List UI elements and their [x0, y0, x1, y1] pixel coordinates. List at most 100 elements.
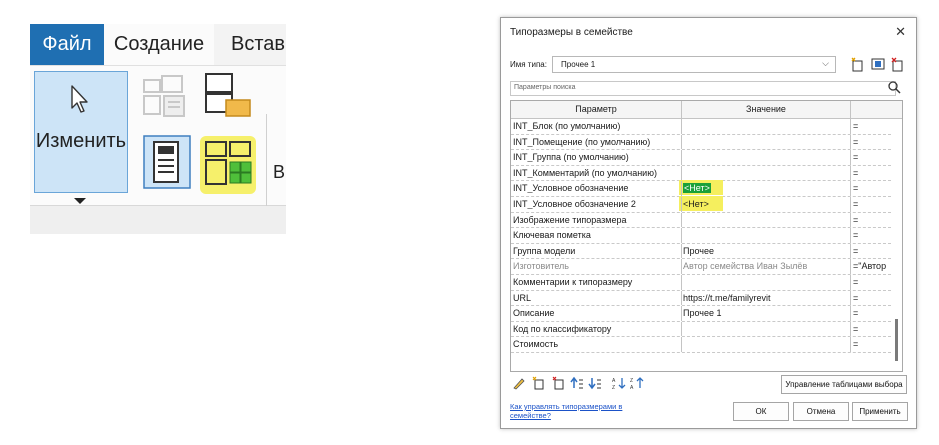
- table-row[interactable]: INT_Помещение (по умолчанию) =: [511, 134, 893, 151]
- table-row[interactable]: Описание Прочее 1 =: [511, 306, 891, 322]
- family-types-icon[interactable]: [202, 138, 254, 190]
- param-name: Комментарии к типоразмеру: [513, 276, 633, 287]
- param-formula[interactable]: =: [853, 308, 893, 318]
- table-row[interactable]: INT_Группа (по умолчанию) =: [511, 150, 891, 166]
- ribbon-tabs: Файл Создание Встав: [30, 24, 286, 66]
- table-body: INT_Блок (по умолчанию) = INT_Помещение (…: [511, 119, 891, 353]
- param-formula[interactable]: =: [853, 246, 893, 256]
- param-formula[interactable]: =: [853, 168, 893, 178]
- param-value[interactable]: <Нет>: [683, 183, 843, 194]
- tab-insert[interactable]: Встав: [231, 24, 286, 65]
- table-row[interactable]: Код по классификатору =: [511, 321, 893, 338]
- scrollbar-thumb[interactable]: [895, 319, 898, 361]
- param-formula[interactable]: =: [853, 215, 893, 225]
- param-formula[interactable]: =: [853, 152, 893, 162]
- close-icon[interactable]: ✕: [895, 24, 906, 40]
- modify-button[interactable]: Изменить: [34, 71, 128, 193]
- modify-label: Изменить: [35, 130, 127, 152]
- param-formula[interactable]: =: [853, 121, 893, 131]
- param-name: INT_Помещение (по умолчанию): [513, 136, 651, 147]
- param-name: Описание: [513, 308, 555, 319]
- parameters-table: Параметр Значение INT_Блок (по умолчанию…: [510, 100, 903, 372]
- cancel-button[interactable]: Отмена: [793, 402, 849, 421]
- svg-text:A: A: [630, 385, 634, 390]
- ribbon-fragment: Файл Создание Встав Изменить В: [30, 24, 286, 234]
- tab-create[interactable]: Создание: [104, 24, 214, 66]
- apply-button[interactable]: Применить: [852, 402, 908, 421]
- table-row[interactable]: INT_Условное обозначение 2 <Нет> =: [511, 195, 893, 213]
- family-types-dialog: Типоразмеры в семействе ✕ Имя типа: Проч…: [500, 17, 917, 429]
- column-header-parameter[interactable]: Параметр: [511, 101, 682, 118]
- chevron-down-icon: ⌵: [822, 58, 829, 68]
- manage-lookup-tables-button[interactable]: Управление таблицами выбора: [781, 375, 907, 394]
- family-category-icon: [143, 75, 185, 117]
- table-row[interactable]: Ключевая пометка =: [511, 228, 891, 244]
- param-name: Ключевая пометка: [513, 230, 591, 241]
- move-down-icon[interactable]: [588, 376, 602, 390]
- param-name: INT_Группа (по умолчанию): [513, 152, 629, 163]
- search-icon[interactable]: [887, 80, 901, 94]
- rename-type-icon[interactable]: [870, 56, 886, 72]
- family-properties-icon[interactable]: [142, 134, 194, 190]
- param-name: Изображение типоразмера: [513, 214, 627, 225]
- tab-file[interactable]: Файл: [30, 24, 104, 65]
- value-tag: <Нет>: [683, 183, 711, 194]
- param-formula[interactable]: ="Автор: [853, 261, 893, 271]
- param-formula[interactable]: =: [853, 230, 893, 240]
- param-formula[interactable]: =: [853, 324, 893, 334]
- ok-button[interactable]: ОК: [733, 402, 789, 421]
- table-row[interactable]: INT_Блок (по умолчанию) =: [511, 119, 891, 135]
- search-input[interactable]: Параметры поиска: [510, 81, 896, 96]
- new-type-icon[interactable]: [850, 56, 866, 72]
- param-name: Группа модели: [513, 245, 576, 256]
- table-row[interactable]: Группа модели Прочее =: [511, 243, 893, 260]
- table-row[interactable]: INT_Комментарий (по умолчанию) =: [511, 165, 893, 182]
- svg-text:Z: Z: [612, 385, 615, 390]
- param-name: INT_Комментарий (по умолчанию): [513, 167, 657, 178]
- param-name: URL: [513, 292, 532, 303]
- type-name-row: Имя типа: Прочее 1 ⌵: [510, 56, 908, 74]
- param-name: Изготовитель: [513, 261, 569, 272]
- table-row[interactable]: URL https://t.me/familyrevit =: [511, 290, 893, 307]
- table-header: Параметр Значение: [511, 101, 902, 119]
- type-name-value: Прочее 1: [561, 60, 596, 69]
- table-row[interactable]: Комментарии к типоразмеру =: [511, 274, 893, 291]
- panel-separator: [266, 114, 267, 214]
- new-parameter-icon[interactable]: [532, 376, 546, 390]
- delete-parameter-icon[interactable]: [552, 376, 566, 390]
- table-row[interactable]: Стоимость =: [511, 337, 891, 353]
- vertical-scrollbar[interactable]: [892, 119, 902, 371]
- param-value[interactable]: Прочее: [683, 246, 843, 256]
- move-up-icon[interactable]: [570, 376, 584, 390]
- param-name: INT_Блок (по умолчанию): [513, 121, 621, 131]
- param-formula[interactable]: =: [853, 293, 893, 303]
- dropdown-arrow-icon: [74, 198, 86, 204]
- param-value[interactable]: Автор семейства Иван Зылёв: [683, 261, 843, 271]
- param-formula[interactable]: =: [853, 137, 893, 147]
- table-row[interactable]: Изображение типоразмера =: [511, 212, 893, 229]
- param-value[interactable]: <Нет>: [683, 199, 843, 209]
- sort-ascending-icon[interactable]: AZ: [612, 376, 626, 390]
- param-value[interactable]: https://t.me/familyrevit: [683, 293, 843, 303]
- help-link[interactable]: Как управлять типоразмерами в семействе?: [510, 402, 650, 420]
- pencil-icon[interactable]: [512, 376, 526, 390]
- param-name: Код по классификатору: [513, 323, 612, 334]
- table-row[interactable]: INT_Условное обозначение <Нет> =: [511, 180, 893, 197]
- param-formula[interactable]: =: [853, 183, 893, 193]
- type-name-select[interactable]: Прочее 1 ⌵: [552, 56, 836, 73]
- param-name: INT_Условное обозначение: [513, 183, 629, 194]
- table-row[interactable]: Изготовитель Автор семейства Иван Зылёв ="…: [511, 259, 891, 275]
- param-formula[interactable]: =: [853, 339, 893, 349]
- svg-text:A: A: [612, 378, 616, 384]
- param-value[interactable]: Прочее 1: [683, 308, 843, 318]
- sort-descending-icon[interactable]: ZA: [630, 376, 644, 390]
- param-formula[interactable]: =: [853, 199, 893, 209]
- type-name-label: Имя типа:: [510, 60, 547, 69]
- param-formula[interactable]: =: [853, 277, 893, 287]
- load-family-icon[interactable]: [202, 70, 254, 120]
- delete-type-icon[interactable]: [890, 56, 906, 72]
- dialog-title: Типоразмеры в семействе: [510, 27, 633, 38]
- column-header-value[interactable]: Значение: [682, 101, 851, 118]
- search-placeholder: Параметры поиска: [514, 84, 576, 91]
- svg-text:Z: Z: [630, 378, 633, 384]
